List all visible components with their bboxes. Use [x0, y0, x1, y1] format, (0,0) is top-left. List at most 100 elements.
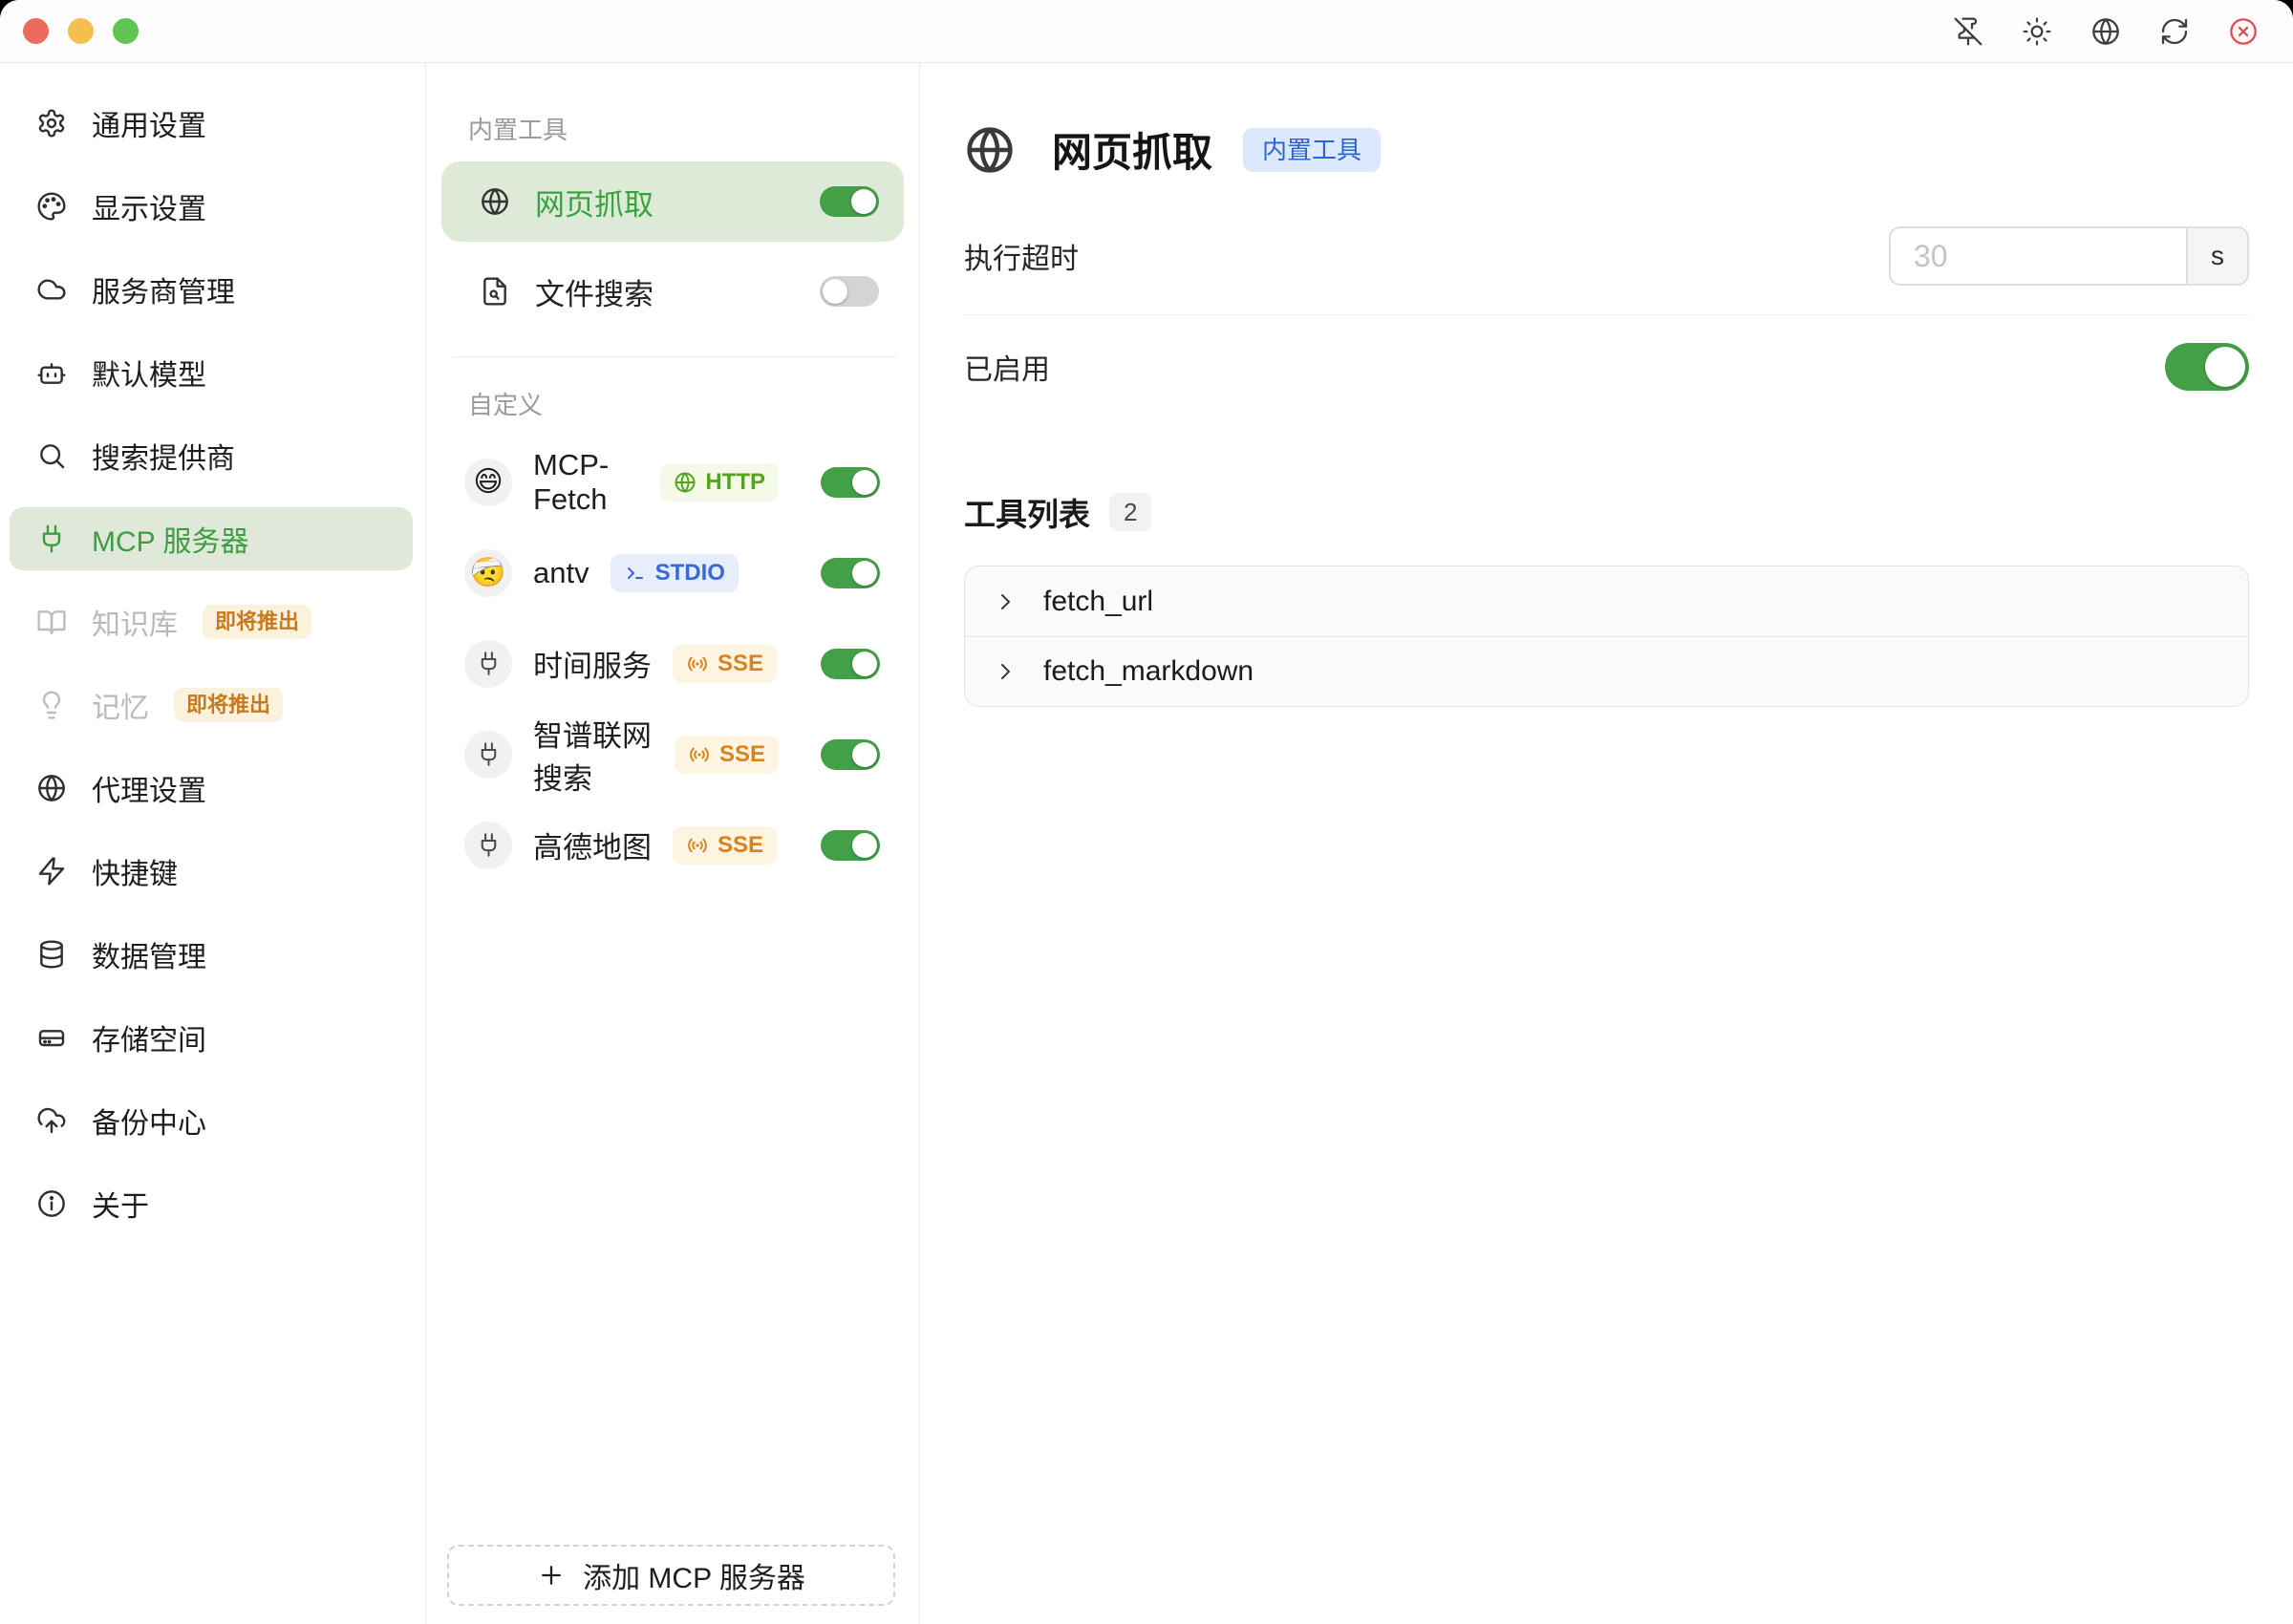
sun-icon[interactable] [2022, 16, 2052, 47]
plug-icon [36, 524, 67, 554]
sidebar-item-label: 显示设置 [92, 194, 206, 225]
transport-label: STDIO [654, 559, 725, 586]
sidebar-item-cloud-upload[interactable]: 备份中心 [10, 1089, 413, 1152]
server-enabled-switch[interactable] [821, 738, 880, 770]
sidebar-item-label: 备份中心 [92, 1108, 206, 1140]
sidebar-item-bulb[interactable]: 记忆 即将推出 [10, 673, 413, 737]
info-icon [36, 1188, 67, 1219]
add-mcp-server-button[interactable]: 添加 MCP 服务器 [447, 1545, 895, 1606]
server-avatar [464, 821, 512, 869]
sidebar-item-label: MCP 服务器 [92, 526, 249, 558]
titlebar [0, 0, 2293, 63]
terminal-icon [624, 562, 647, 585]
timeout-row: 执行超时 s [964, 219, 2249, 293]
section-divider [453, 356, 896, 357]
switch-knob [2205, 347, 2245, 387]
sidebar-item-label: 记忆 [92, 693, 149, 724]
tool-row-fetch_markdown[interactable]: fetch_markdown [965, 636, 2248, 706]
traffic-lights [23, 18, 139, 44]
sidebar-item-palette[interactable]: 显示设置 [10, 175, 413, 238]
switch-knob [852, 651, 877, 676]
server-name: 文件搜索 [535, 277, 654, 311]
sidebar-item-label: 知识库 [92, 609, 178, 641]
sidebar-item-zap[interactable]: 快捷键 [10, 840, 413, 903]
zoom-window-button[interactable] [113, 18, 139, 44]
server-avatar: 😄 [464, 458, 512, 506]
globe-icon [36, 773, 67, 803]
server-emoji: 🤕 [470, 556, 506, 588]
builtin-server-file-search[interactable]: 文件搜索 [441, 251, 904, 331]
custom-server-item[interactable]: 智谱联网搜索 SSE [426, 709, 919, 800]
sidebar-item-bot[interactable]: 默认模型 [10, 341, 413, 404]
timeout-unit: s [2186, 228, 2247, 284]
sidebar-item-plug[interactable]: MCP 服务器 [10, 507, 413, 570]
refresh-icon[interactable] [2159, 16, 2190, 47]
pin-off-icon[interactable] [1953, 16, 1983, 47]
tools-count-badge: 2 [1109, 493, 1152, 531]
transport-badge-http: HTTP [660, 462, 779, 502]
globe-icon [480, 186, 510, 217]
sidebar-item-cloud[interactable]: 服务商管理 [10, 258, 413, 321]
radio-icon [686, 652, 709, 675]
server-enabled-switch[interactable] [821, 557, 880, 588]
close-circle-icon[interactable] [2228, 16, 2259, 47]
server-enabled-switch[interactable] [820, 186, 879, 217]
cloud-upload-icon [36, 1105, 67, 1136]
sidebar-item-search[interactable]: 搜索提供商 [10, 424, 413, 487]
cloud-icon [36, 274, 67, 305]
custom-server-item[interactable]: 时间服务 SSE [426, 618, 919, 709]
switch-knob [852, 560, 877, 586]
sidebar-item-globe[interactable]: 代理设置 [10, 757, 413, 820]
globe-icon [964, 124, 1016, 176]
server-name: 网页抓取 [535, 187, 654, 222]
server-enabled-switch[interactable] [821, 829, 880, 861]
settings-window: 通用设置显示设置服务商管理默认模型搜索提供商 MCP 服务器知识库 即将推出 记忆 即将… [0, 0, 2293, 1624]
sidebar-item-label: 搜索提供商 [92, 443, 235, 475]
bot-icon [36, 357, 67, 388]
sidebar-item-label: 存储空间 [92, 1025, 206, 1057]
transport-label: HTTP [705, 468, 765, 495]
server-enabled-switch[interactable] [820, 276, 879, 307]
sidebar-item-gear[interactable]: 通用设置 [10, 92, 413, 155]
server-name: MCP-Fetch [533, 447, 610, 516]
enabled-switch[interactable] [2165, 343, 2249, 391]
sidebar-item-info[interactable]: 关于 [10, 1172, 413, 1235]
file-search-icon [480, 276, 510, 307]
custom-section-label: 自定义 [468, 391, 544, 419]
globe-icon[interactable] [2090, 16, 2121, 47]
radio-icon [686, 834, 709, 857]
transport-label: SSE [718, 740, 765, 767]
transport-label: SSE [718, 831, 764, 858]
custom-server-item[interactable]: 🤕 antv STDIO [426, 527, 919, 618]
sidebar-item-book[interactable]: 知识库 即将推出 [10, 590, 413, 653]
custom-server-item[interactable]: 😄 MCP-Fetch HTTP [426, 437, 919, 527]
bulb-icon [36, 690, 67, 720]
sidebar-item-database[interactable]: 数据管理 [10, 923, 413, 986]
palette-icon [36, 191, 67, 222]
enabled-row: 已启用 [964, 315, 2249, 418]
timeout-input[interactable] [1891, 228, 2186, 284]
plug-icon [476, 741, 502, 767]
globe-icon [674, 471, 696, 494]
custom-server-item[interactable]: 高德地图 SSE [426, 800, 919, 890]
minimize-window-button[interactable] [68, 18, 94, 44]
transport-badge-sse: SSE [673, 825, 778, 865]
server-title: 网页抓取 [1052, 130, 1213, 175]
server-detail-panel: 网页抓取 内置工具 执行超时 s 已启用 工具列表 2 [920, 63, 2293, 1624]
plus-icon [537, 1561, 566, 1590]
tools-card: fetch_url fetch_markdown [964, 566, 2249, 707]
server-avatar [464, 639, 512, 688]
transport-badge-sse: SSE [673, 644, 778, 683]
server-name: 高德地图 [533, 831, 652, 865]
server-enabled-switch[interactable] [821, 466, 880, 498]
builtin-server-web-scrape[interactable]: 网页抓取 [441, 161, 904, 242]
server-enabled-switch[interactable] [821, 648, 880, 679]
close-window-button[interactable] [23, 18, 49, 44]
database-icon [36, 939, 67, 970]
radio-icon [688, 743, 711, 766]
switch-knob [851, 189, 876, 214]
tool-row-fetch_url[interactable]: fetch_url [965, 566, 2248, 636]
sidebar-item-drive[interactable]: 存储空间 [10, 1006, 413, 1069]
plug-icon [476, 832, 502, 858]
server-avatar [464, 730, 512, 779]
